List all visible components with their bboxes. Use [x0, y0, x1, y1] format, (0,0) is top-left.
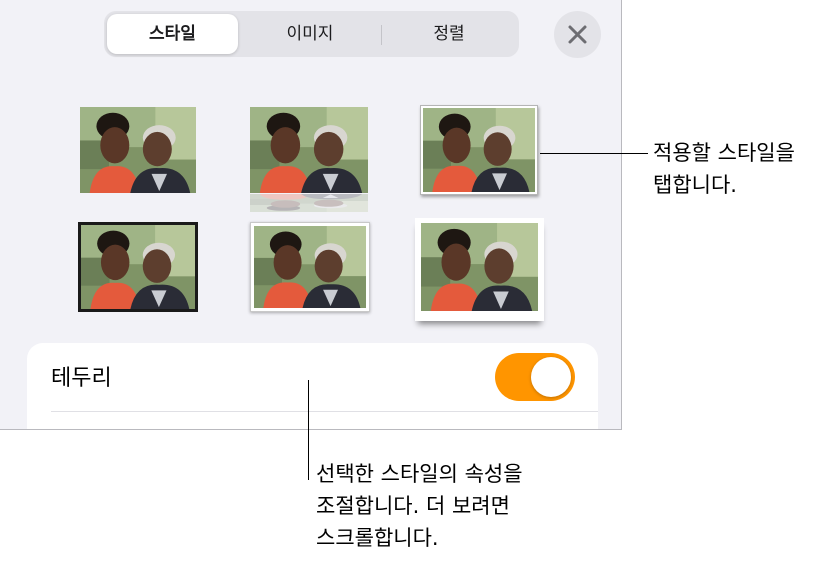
- segmented-control: 스타일 이미지 정렬: [104, 11, 519, 57]
- style-thumbnail-reflection[interactable]: [250, 107, 368, 213]
- callout-adjust-line-2: 조절합니다. 더 보려면: [316, 494, 510, 518]
- callout-adjust: 선택한 스타일의 속성을 조절합니다. 더 보려면 스크롤합니다.: [316, 458, 523, 554]
- style-thumbnail-thick-frame[interactable]: [78, 222, 198, 312]
- callout-adjust-line-3: 스크롤합니다.: [316, 526, 439, 550]
- reflection-mirror: [250, 194, 368, 212]
- callout-tap-style-line-1: 적용할 스타일을: [653, 141, 795, 165]
- callout-line-style: [540, 153, 648, 154]
- style-thumbnail-white-border[interactable]: [250, 222, 370, 312]
- callout-tap-style-line-2: 탭합니다.: [653, 173, 737, 197]
- row-divider: [51, 411, 598, 412]
- close-icon: [568, 25, 587, 44]
- style-thumbnail-curled-shadow[interactable]: [415, 218, 544, 321]
- callout-adjust-line-1: 선택한 스타일의 속성을: [316, 462, 523, 486]
- close-button[interactable]: [554, 11, 601, 58]
- style-thumbnail-plain[interactable]: [80, 107, 196, 193]
- tab-image[interactable]: 이미지: [242, 14, 378, 54]
- callout-line-adjust: [308, 380, 309, 480]
- border-toggle[interactable]: [495, 353, 575, 401]
- toggle-knob: [531, 357, 571, 397]
- callout-tap-style: 적용할 스타일을 탭합니다.: [653, 137, 795, 201]
- reflection-photo: [250, 107, 368, 193]
- tab-arrange[interactable]: 정렬: [382, 14, 516, 54]
- border-label: 테두리: [51, 366, 112, 391]
- format-panel: 스타일 이미지 정렬 테두리: [0, 0, 622, 430]
- style-thumbnail-shadow-border[interactable]: [420, 105, 538, 195]
- border-settings-card: 테두리: [27, 343, 598, 429]
- tab-style[interactable]: 스타일: [107, 14, 238, 54]
